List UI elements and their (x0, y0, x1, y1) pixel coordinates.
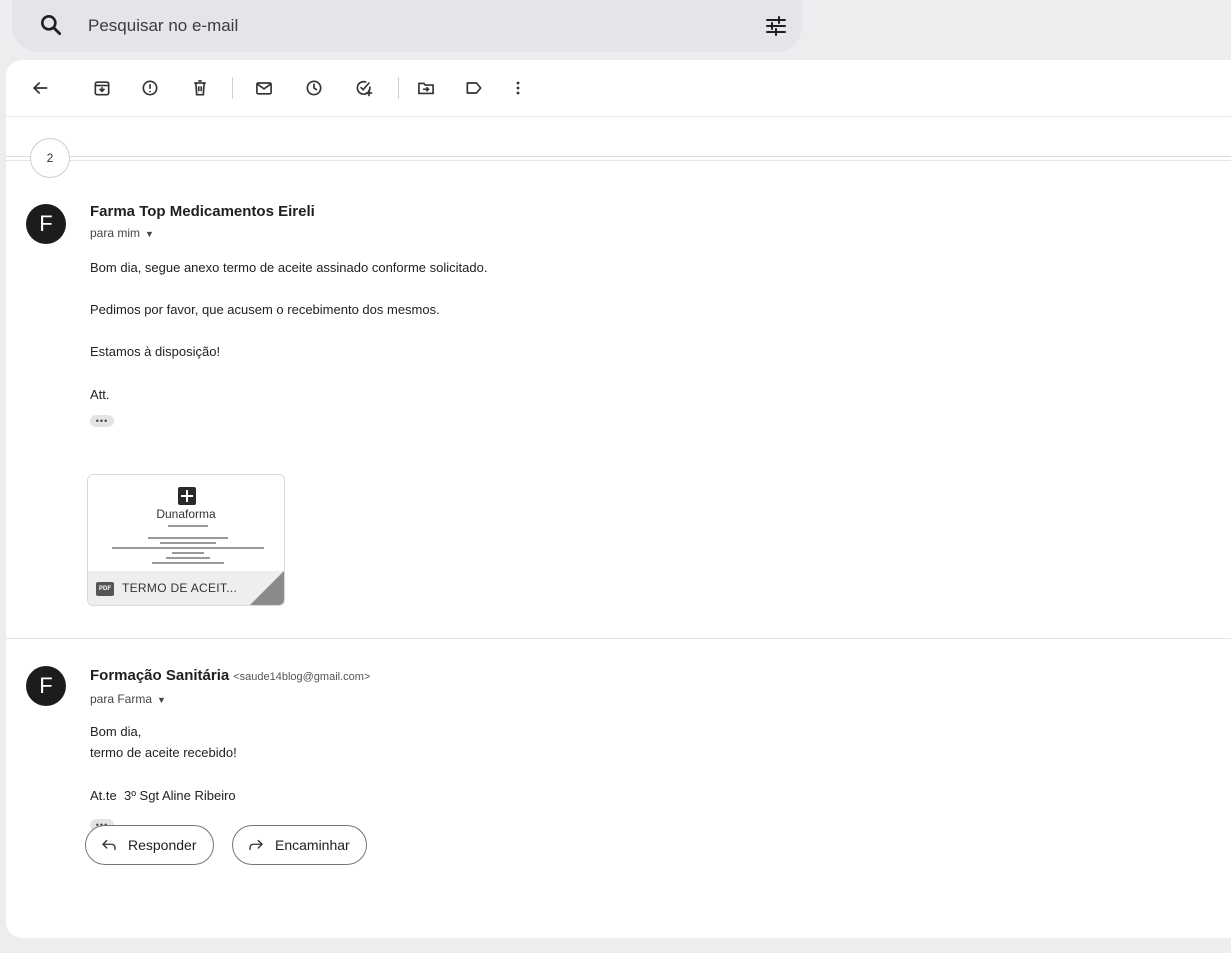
page-fold-icon (248, 571, 284, 605)
chevron-down-icon: ▼ (145, 228, 154, 239)
attachment-card[interactable]: Dunaforma PDF TERMO DE ACEIT... (87, 474, 285, 606)
more-options-button[interactable] (504, 74, 532, 102)
search-bar (12, 0, 802, 52)
back-icon (33, 82, 48, 94)
message-body-line: Bom dia, segue anexo termo de aceite ass… (90, 260, 488, 275)
thread-toolbar (6, 60, 1231, 116)
reply-label: Responder (128, 837, 197, 853)
toolbar-divider (398, 77, 399, 99)
message-body-line: termo de aceite recebido! (90, 745, 237, 760)
collapsed-count-button[interactable]: 2 (30, 138, 70, 178)
preview-text-line (168, 525, 208, 527)
search-input[interactable] (88, 13, 688, 39)
move-to-icon (418, 82, 434, 95)
back-button[interactable] (26, 74, 54, 102)
search-options-icon[interactable] (764, 14, 788, 38)
report-spam-icon (142, 80, 158, 96)
label-button[interactable] (460, 74, 488, 102)
recipient-details-toggle[interactable]: para Farma ▼ (90, 692, 166, 706)
mark-unread-button[interactable] (250, 74, 278, 102)
sender[interactable]: Formação Sanitária <saude14blog@gmail.com… (90, 667, 370, 684)
reply-icon (102, 839, 116, 851)
collapsed-messages: 2 (6, 134, 1231, 184)
message-body-line: Att. (90, 387, 110, 402)
delete-button[interactable] (186, 74, 214, 102)
attachment-preview: Dunaforma (88, 475, 284, 571)
preview-text-line (166, 557, 210, 559)
more-icon (516, 81, 520, 95)
avatar[interactable]: F (26, 666, 66, 706)
archive-icon (94, 81, 110, 96)
preview-text-line (152, 562, 224, 564)
chevron-down-icon: ▼ (157, 694, 166, 705)
attachment-preview-brand: Dunaforma (156, 507, 216, 521)
snooze-icon (306, 80, 322, 96)
collapsed-line (6, 160, 1231, 161)
preview-text-line (148, 537, 228, 539)
message-body-line: Pedimos por favor, que acusem o recebime… (90, 302, 440, 317)
attachment-name: TERMO DE ACEIT... (122, 581, 238, 595)
message-body-line: At.te 3º Sgt Aline Ribeiro (90, 788, 236, 803)
preview-text-line (172, 552, 204, 554)
forward-icon (249, 839, 263, 851)
mark-unread-icon (256, 82, 272, 95)
attachment-footer: PDF TERMO DE ACEIT... (88, 571, 284, 605)
recipient-details-toggle[interactable]: para mim ▼ (90, 226, 154, 240)
move-to-button[interactable] (412, 74, 440, 102)
report-spam-button[interactable] (136, 74, 164, 102)
add-to-tasks-button[interactable] (350, 74, 378, 102)
medical-cross-icon (178, 487, 196, 505)
add-to-tasks-icon (356, 80, 373, 97)
snooze-button[interactable] (300, 74, 328, 102)
message-divider (6, 638, 1231, 639)
preview-text-line (160, 542, 216, 544)
forward-label: Encaminhar (275, 837, 350, 853)
message-body-line: Estamos à disposição! (90, 344, 221, 359)
sender-name: Formação Sanitária (90, 667, 230, 684)
show-trimmed-content-button[interactable]: ••• (90, 415, 114, 427)
recipient-label: para mim (90, 226, 141, 240)
search-icon[interactable] (38, 12, 64, 38)
toolbar-divider (232, 77, 233, 99)
label-icon (466, 82, 482, 94)
collapsed-line (6, 156, 1231, 157)
sender-name[interactable]: Farma Top Medicamentos Eireli (90, 203, 315, 220)
pdf-icon: PDF (96, 582, 114, 596)
delete-icon (194, 80, 206, 96)
recipient-label: para Farma (90, 692, 153, 706)
avatar[interactable]: F (26, 204, 66, 244)
forward-button[interactable]: Encaminhar (232, 825, 367, 865)
toolbar-divider-line (6, 116, 1231, 117)
sender-email: <saude14blog@gmail.com> (233, 671, 371, 683)
email-thread-card: 2 F Farma Top Medicamentos Eireli para m… (6, 60, 1231, 938)
archive-button[interactable] (88, 74, 116, 102)
preview-text-line (112, 547, 264, 549)
reply-button[interactable]: Responder (85, 825, 214, 865)
message-body-line: Bom dia, (90, 724, 142, 739)
